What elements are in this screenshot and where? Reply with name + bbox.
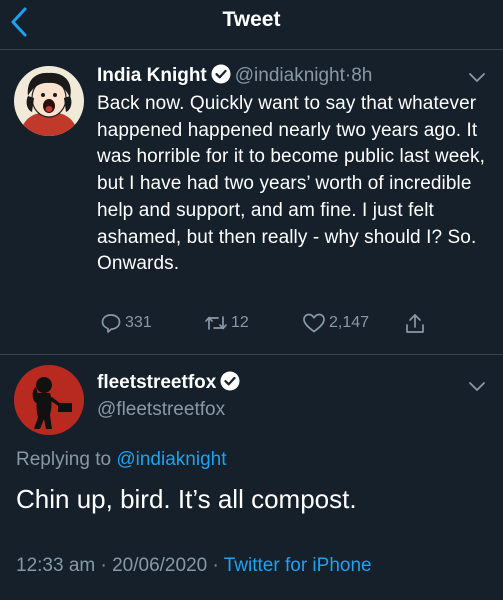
chevron-down-icon	[469, 73, 485, 82]
like-icon	[303, 313, 325, 333]
more-options-button[interactable]	[467, 71, 487, 83]
verified-badge-icon	[211, 64, 231, 84]
author-handle[interactable]: @indiaknight	[235, 65, 345, 86]
tweet-actions: 331 12 2,147	[0, 312, 503, 342]
share-icon	[406, 314, 424, 333]
author-handle[interactable]: @fleetstreetfox	[97, 399, 225, 421]
reply-icon	[101, 314, 121, 333]
tweet-metadata: 12:33 am · 20/06/2020 · Twitter for iPho…	[16, 555, 372, 577]
reply-button[interactable]: 331	[100, 312, 152, 334]
avatar[interactable]	[14, 66, 84, 136]
reply-count: 331	[125, 314, 152, 331]
author-line: India Knight @indiaknight·8h	[97, 64, 372, 87]
source-link[interactable]: Twitter for iPhone	[224, 555, 372, 576]
reply-text: Chin up, bird. It’s all compost.	[16, 484, 357, 514]
focused-reply-tweet: fleetstreetfox @fleetstreetfox Replying …	[0, 355, 503, 600]
author-name[interactable]: fleetstreetfox	[97, 372, 216, 393]
tweet-time: 8h	[351, 65, 373, 86]
verified-badge-icon	[220, 371, 240, 391]
like-button[interactable]: 2,147	[302, 312, 369, 334]
silhouette-avatar-image	[14, 365, 84, 435]
author-line: fleetstreetfox	[97, 371, 244, 394]
page-title: Tweet	[222, 8, 281, 31]
mention-link[interactable]: @indiaknight	[116, 449, 226, 470]
original-tweet[interactable]: India Knight @indiaknight·8h Back now. Qu…	[0, 50, 503, 354]
share-button[interactable]	[403, 312, 430, 336]
like-count: 2,147	[329, 314, 370, 331]
chevron-down-icon	[469, 382, 485, 391]
tweet-text: Back now. Quickly want to say that whate…	[97, 93, 486, 275]
retweet-icon	[205, 316, 227, 330]
cartoon-avatar-image	[14, 66, 84, 136]
timestamp: 12:33 am · 20/06/2020 ·	[16, 555, 219, 576]
retweet-count: 12	[231, 314, 249, 331]
retweet-button[interactable]: 12	[204, 312, 249, 334]
more-options-button[interactable]	[467, 380, 487, 392]
top-nav-bar: Tweet	[0, 0, 503, 50]
replying-to-line: Replying to @indiaknight	[16, 449, 226, 471]
author-name[interactable]: India Knight	[97, 65, 207, 86]
replying-prefix: Replying to	[16, 449, 112, 470]
avatar[interactable]	[14, 365, 84, 435]
